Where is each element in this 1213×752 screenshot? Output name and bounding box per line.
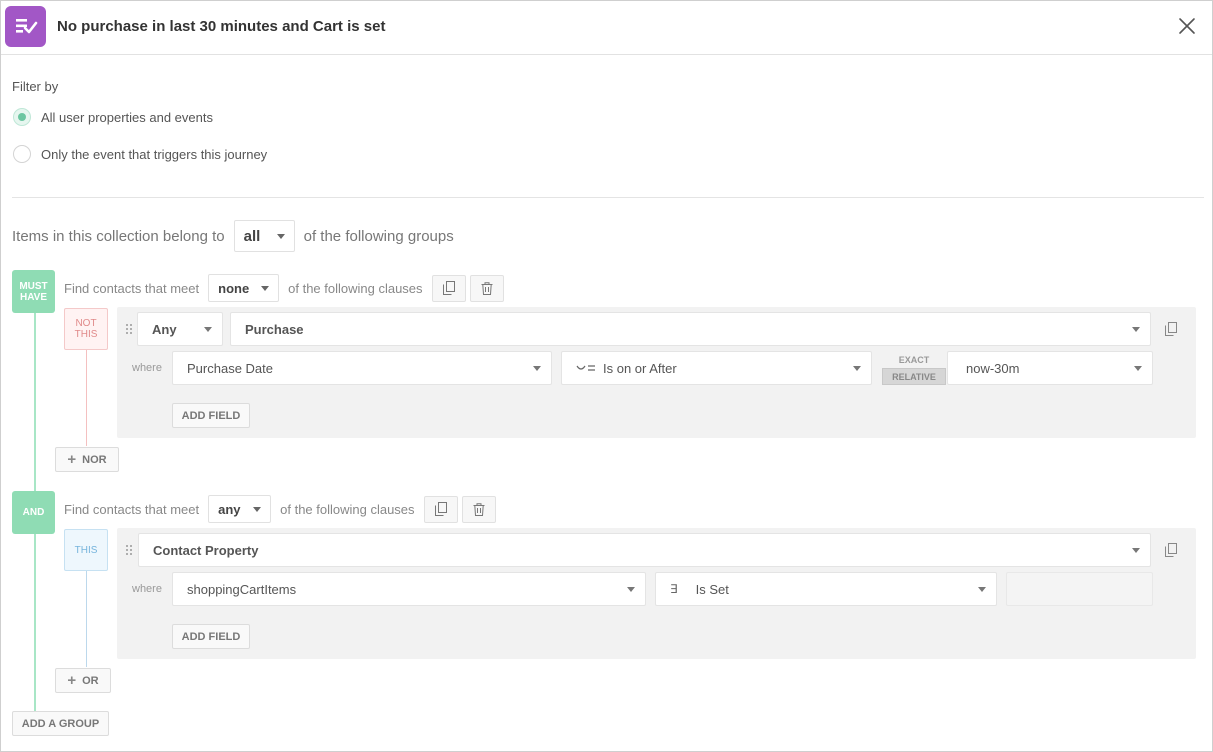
chevron-down-icon xyxy=(1134,365,1142,371)
section-divider xyxy=(12,197,1204,198)
chevron-down-icon xyxy=(853,365,861,371)
operator-content: ∃ Is Set xyxy=(670,582,729,597)
add-group-button[interactable]: ADD A GROUP xyxy=(12,711,109,736)
clause-match-value: none xyxy=(218,280,250,296)
quantifier-value: Any xyxy=(152,321,177,337)
add-field-button[interactable]: ADD FIELD xyxy=(172,403,250,428)
duplicate-group-button[interactable] xyxy=(423,495,458,523)
date-value-select[interactable]: now-30m xyxy=(947,351,1153,385)
operator-value: Is Set xyxy=(695,581,729,597)
add-clause-label: OR xyxy=(82,674,99,687)
journey-check-icon xyxy=(5,6,46,47)
radio-button-checked[interactable] xyxy=(13,108,31,126)
drag-handle-icon[interactable] xyxy=(125,323,133,335)
value-input-disabled xyxy=(1006,572,1153,606)
group-header: Find contacts that meet none of the foll… xyxy=(64,274,504,302)
chevron-down-icon xyxy=(253,506,262,512)
radio-label: All user properties and events xyxy=(41,109,213,125)
add-nor-clause-button[interactable]: + NOR xyxy=(55,447,119,472)
clause-connector-line xyxy=(86,571,87,667)
radio-button-unchecked[interactable] xyxy=(13,145,31,163)
delete-group-button[interactable] xyxy=(461,495,496,523)
chevron-down-icon xyxy=(1132,547,1140,553)
chevron-down-icon xyxy=(204,326,212,332)
radio-all-properties[interactable]: All user properties and events xyxy=(13,108,213,126)
date-value: now-30m xyxy=(966,360,1020,376)
filter-by-label: Filter by xyxy=(12,79,59,94)
group-header-suffix: of the following clauses xyxy=(288,280,423,296)
clause-connector-line xyxy=(86,350,87,446)
group-badge-must-have: MUST HAVE xyxy=(12,270,55,313)
group-header: Find contacts that meet any of the follo… xyxy=(64,495,496,523)
copy-icon xyxy=(442,281,455,295)
collection-suffix-text: of the following groups xyxy=(303,227,454,245)
group-badge-and: AND xyxy=(12,491,55,534)
collection-match-row: Items in this collection belong to all o… xyxy=(12,220,454,252)
collection-prefix-text: Items in this collection belong to xyxy=(12,227,225,245)
clause-badge-not-this: NOT THIS xyxy=(64,308,108,350)
add-clause-label: NOR xyxy=(82,453,107,466)
chevron-down-icon xyxy=(978,586,986,592)
operator-content: Is on or After xyxy=(576,361,677,376)
copy-icon[interactable] xyxy=(1165,543,1177,557)
field-value: Purchase Date xyxy=(187,360,273,376)
quantifier-select[interactable]: Any xyxy=(137,312,223,346)
operator-select[interactable]: Is on or After xyxy=(561,351,872,385)
toggle-relative[interactable]: RELATIVE xyxy=(882,368,946,385)
exists-icon: ∃ xyxy=(670,582,678,596)
chevron-down-icon xyxy=(261,285,270,291)
event-select[interactable]: Contact Property xyxy=(138,533,1151,567)
modal-title: No purchase in last 30 minutes and Cart … xyxy=(57,18,386,35)
chevron-down-icon xyxy=(1132,326,1140,332)
copy-icon[interactable] xyxy=(1165,322,1177,336)
drag-handle-icon[interactable] xyxy=(125,544,133,556)
date-after-icon xyxy=(576,365,595,371)
delete-group-button[interactable] xyxy=(469,274,504,302)
copy-icon xyxy=(434,502,447,516)
add-or-clause-button[interactable]: + OR xyxy=(55,668,111,693)
clause-badge-this: THIS xyxy=(64,529,108,571)
where-label: where xyxy=(132,362,162,374)
trash-icon xyxy=(473,502,485,516)
plus-icon: + xyxy=(67,451,77,468)
trash-icon xyxy=(481,281,493,295)
clause-match-select[interactable]: any xyxy=(208,495,272,523)
event-value: Purchase xyxy=(245,321,304,337)
modal-frame: No purchase in last 30 minutes and Cart … xyxy=(0,0,1213,752)
where-label: where xyxy=(132,583,162,595)
group-header-prefix: Find contacts that meet xyxy=(64,501,200,517)
chevron-down-icon xyxy=(276,233,285,239)
clause-match-value: any xyxy=(218,501,241,517)
add-field-button[interactable]: ADD FIELD xyxy=(172,624,250,649)
clause-box: Any Purchase where Purchase Date Is on o… xyxy=(117,307,1196,438)
operator-select[interactable]: ∃ Is Set xyxy=(655,572,997,606)
event-value: Contact Property xyxy=(153,542,259,558)
radio-trigger-event-only[interactable]: Only the event that triggers this journe… xyxy=(13,145,267,163)
field-value: shoppingCartItems xyxy=(187,581,297,597)
date-mode-toggle: EXACT RELATIVE xyxy=(882,351,946,385)
chevron-down-icon xyxy=(627,586,635,592)
duplicate-group-button[interactable] xyxy=(431,274,466,302)
clause-box: Contact Property where shoppingCartItems… xyxy=(117,528,1196,659)
field-select[interactable]: Purchase Date xyxy=(172,351,552,385)
toggle-exact[interactable]: EXACT xyxy=(882,351,946,368)
plus-icon: + xyxy=(67,672,77,689)
event-select[interactable]: Purchase xyxy=(230,312,1151,346)
group-header-prefix: Find contacts that meet xyxy=(64,280,200,296)
close-icon[interactable] xyxy=(1176,15,1198,37)
operator-value: Is on or After xyxy=(603,360,677,376)
field-select[interactable]: shoppingCartItems xyxy=(172,572,646,606)
group-header-suffix: of the following clauses xyxy=(280,501,415,517)
group-match-select[interactable]: all xyxy=(233,220,295,252)
radio-label: Only the event that triggers this journe… xyxy=(41,146,268,162)
clause-match-select[interactable]: none xyxy=(208,274,280,302)
group-match-value: all xyxy=(243,227,261,245)
modal-header: No purchase in last 30 minutes and Cart … xyxy=(1,1,1212,55)
chevron-down-icon xyxy=(533,365,541,371)
